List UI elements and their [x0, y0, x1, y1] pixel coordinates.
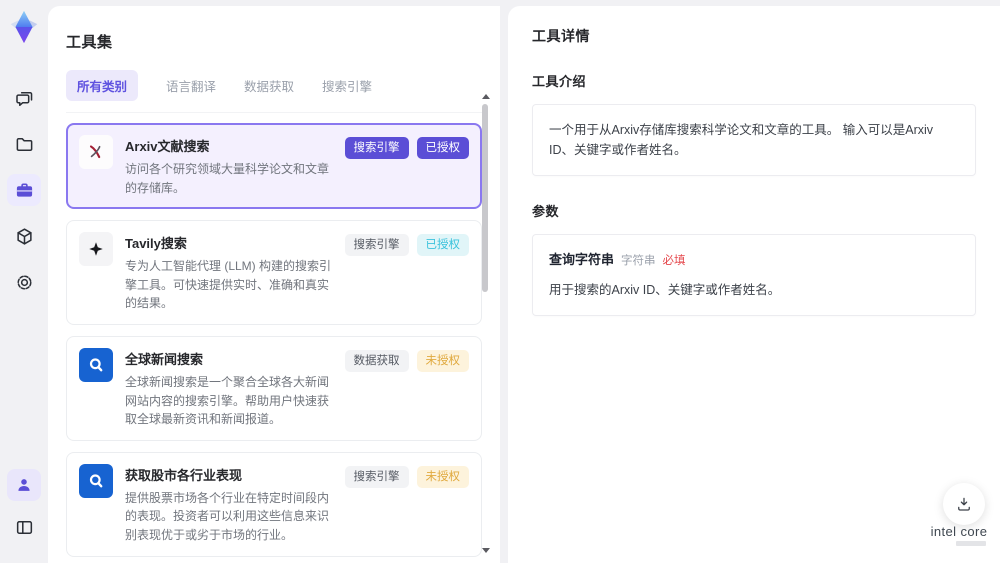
tab-data-acquisition[interactable]: 数据获取: [244, 76, 294, 95]
toolbox-icon[interactable]: [7, 174, 41, 206]
status-badge: 未授权: [416, 349, 469, 373]
download-icon: [958, 497, 970, 511]
param-required-flag: 必填: [662, 255, 686, 267]
page-title: 工具集: [66, 34, 113, 51]
tool-badges: 搜索引擎 未授权: [344, 465, 469, 545]
chat-icon[interactable]: [7, 82, 41, 114]
category-badge: 搜索引擎: [344, 465, 409, 488]
cube-icon[interactable]: [7, 220, 41, 252]
tab-search-engine[interactable]: 搜索引擎: [322, 76, 372, 95]
user-avatar-icon[interactable]: [7, 469, 41, 501]
tool-description: 访问各个研究领域大量科学论文和文章的存储库。: [125, 162, 330, 195]
tool-name: 全球新闻搜索: [125, 351, 204, 367]
list-scrollbar: [481, 92, 490, 555]
tool-text: Arxiv文献搜索 访问各个研究领域大量科学论文和文章的存储库。: [125, 135, 333, 197]
tool-card-sector-performance[interactable]: 获取股市各行业表现 提供股票市场各个行业在特定时间段内的表现。投资者可以利用这些…: [66, 451, 482, 557]
tool-name: Arxiv文献搜索: [125, 139, 210, 154]
scroll-up-arrow[interactable]: [482, 94, 490, 99]
stock-search-icon: [79, 463, 113, 498]
tool-card-tavily[interactable]: Tavily搜索 专为人工智能代理 (LLM) 构建的搜索引擎工具。可快速提供实…: [66, 220, 482, 325]
tool-list-panel: 工具集 所有类别 语言翻译 数据获取 搜索引擎 Arxiv文献搜索 访问各个研究…: [48, 6, 500, 563]
tool-badges: 搜索引擎 已授权: [344, 137, 469, 197]
category-badge: 搜索引擎: [344, 137, 409, 160]
tavily-star-icon: [79, 232, 113, 267]
arxiv-icon: [79, 135, 113, 169]
scrollbar-thumb[interactable]: [482, 104, 488, 292]
left-rail: [0, 0, 48, 563]
category-tabs: 所有类别 语言翻译 数据获取 搜索引擎: [66, 70, 486, 113]
tool-card-global-news[interactable]: 全球新闻搜索 全球新闻搜索是一个聚合全球各大新闻网站内容的搜索引擎。帮助用户快速…: [66, 335, 482, 441]
tab-language-translation[interactable]: 语言翻译: [166, 76, 216, 95]
status-badge: 已授权: [416, 137, 469, 160]
folder-icon[interactable]: [7, 128, 41, 160]
tool-description: 专为人工智能代理 (LLM) 构建的搜索引擎工具。可快速提供实时、准确和真实的结…: [125, 259, 332, 311]
panel-toggle-icon[interactable]: [7, 511, 41, 543]
tool-badges: 数据获取 未授权: [344, 349, 469, 429]
intro-text: 一个用于从Arxiv存储库搜索科学论文和文章的工具。 输入可以是Arxiv ID…: [549, 123, 934, 157]
category-badge: 搜索引擎: [344, 234, 409, 257]
tab-all-categories[interactable]: 所有类别: [66, 70, 139, 101]
intel-core-logo: intel core: [922, 524, 996, 546]
status-badge: 已授权: [416, 234, 469, 257]
detail-title: 工具详情: [532, 28, 590, 44]
tool-name: 获取股市各行业表现: [125, 467, 243, 483]
download-button[interactable]: [943, 483, 985, 525]
rail-nav: [7, 82, 41, 298]
intro-box: 一个用于从Arxiv存储库搜索科学论文和文章的工具。 输入可以是Arxiv ID…: [532, 104, 976, 176]
tool-text: 全球新闻搜索 全球新闻搜索是一个聚合全球各大新闻网站内容的搜索引擎。帮助用户快速…: [125, 348, 333, 429]
brand-sub-badge: [956, 541, 986, 546]
news-search-icon: [79, 347, 113, 382]
tool-text: Tavily搜索 专为人工智能代理 (LLM) 构建的搜索引擎工具。可快速提供实…: [125, 232, 333, 313]
app-logo-icon[interactable]: [5, 8, 43, 46]
tool-description: 全球新闻搜索是一个聚合全球各大新闻网站内容的搜索引擎。帮助用户快速获取全球最新资…: [125, 374, 330, 427]
params-heading: 参数: [532, 204, 560, 219]
settings-gear-icon[interactable]: [7, 266, 41, 298]
param-type: 字符串: [621, 255, 656, 267]
rail-bottom: [7, 469, 41, 543]
tool-description: 提供股票市场各个行业在特定时间段内的表现。投资者可以利用这些信息来识别表现优于或…: [125, 490, 330, 542]
tool-list: Arxiv文献搜索 访问各个研究领域大量科学论文和文章的存储库。 搜索引擎 已授…: [66, 123, 482, 563]
param-head: 查询字符串 字符串 必填: [549, 250, 959, 271]
category-badge: 数据获取: [344, 349, 409, 373]
scroll-down-arrow[interactable]: [482, 548, 490, 553]
intro-heading: 工具介绍: [532, 74, 587, 89]
tool-badges: 搜索引擎 已授权: [344, 234, 469, 313]
param-box: 查询字符串 字符串 必填 用于搜索的Arxiv ID、关键字或作者姓名。: [532, 234, 976, 316]
brand-text: intel core: [930, 524, 988, 539]
status-badge: 未授权: [416, 465, 469, 488]
tool-detail-panel: 工具详情 工具介绍 一个用于从Arxiv存储库搜索科学论文和文章的工具。 输入可…: [508, 6, 1000, 563]
tool-text: 获取股市各行业表现 提供股票市场各个行业在特定时间段内的表现。投资者可以利用这些…: [125, 464, 333, 545]
param-description: 用于搜索的Arxiv ID、关键字或作者姓名。: [549, 282, 781, 297]
param-name: 查询字符串: [549, 252, 615, 267]
tool-card-arxiv[interactable]: Arxiv文献搜索 访问各个研究领域大量科学论文和文章的存储库。 搜索引擎 已授…: [66, 123, 482, 210]
tool-name: Tavily搜索: [125, 236, 187, 252]
